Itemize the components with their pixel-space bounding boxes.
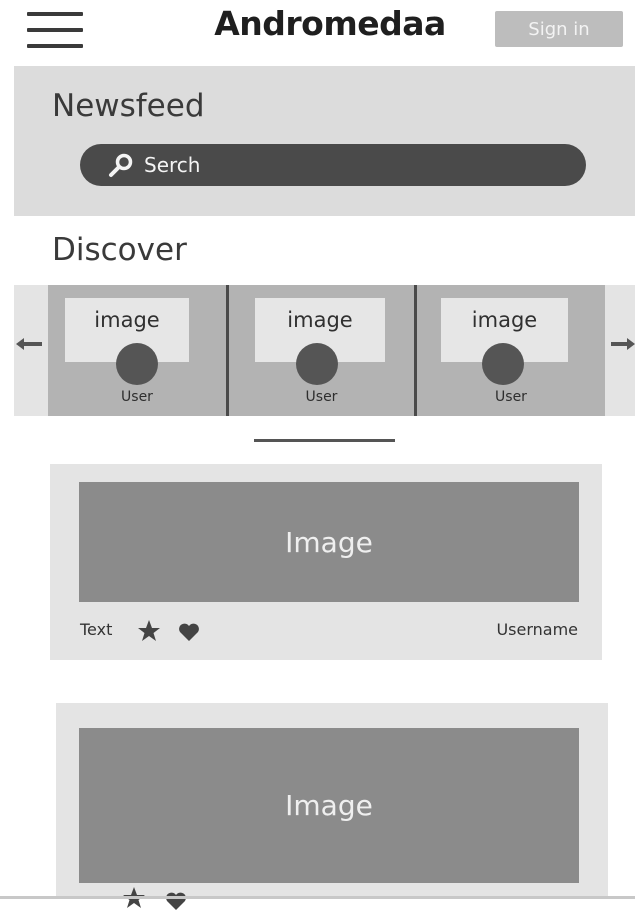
search-label: Serch [144,153,201,177]
search-bar[interactable]: Serch [80,144,586,186]
discover-title: Discover [52,232,187,268]
card-user-label: User [305,389,338,405]
newsfeed-title: Newsfeed [52,88,205,124]
hamburger-menu-icon[interactable] [27,10,83,50]
post-card: Image Text Username [50,464,602,660]
post-username[interactable]: Username [496,620,578,639]
post-text: Text [80,620,113,639]
card-user-label: User [121,389,153,405]
discover-card[interactable]: image User [229,285,414,416]
app-title: Andromedaa [214,4,446,43]
search-icon [108,152,134,178]
user-avatar [482,343,524,385]
star-icon[interactable] [137,619,161,643]
user-avatar [116,343,158,385]
discover-card[interactable]: image User [417,285,605,416]
sign-in-button[interactable]: Sign in [495,11,623,47]
heart-icon[interactable] [177,620,201,644]
post-image-placeholder[interactable]: Image [79,482,579,602]
post-image-placeholder[interactable]: Image [79,728,579,883]
arrow-right-icon[interactable] [607,330,635,358]
heart-icon[interactable] [164,889,188,913]
discover-card[interactable]: image User [48,285,226,416]
post-card: Image [56,703,608,910]
section-divider [254,439,395,442]
user-avatar [296,343,338,385]
card-user-label: User [495,389,527,405]
arrow-left-icon[interactable] [14,330,44,358]
